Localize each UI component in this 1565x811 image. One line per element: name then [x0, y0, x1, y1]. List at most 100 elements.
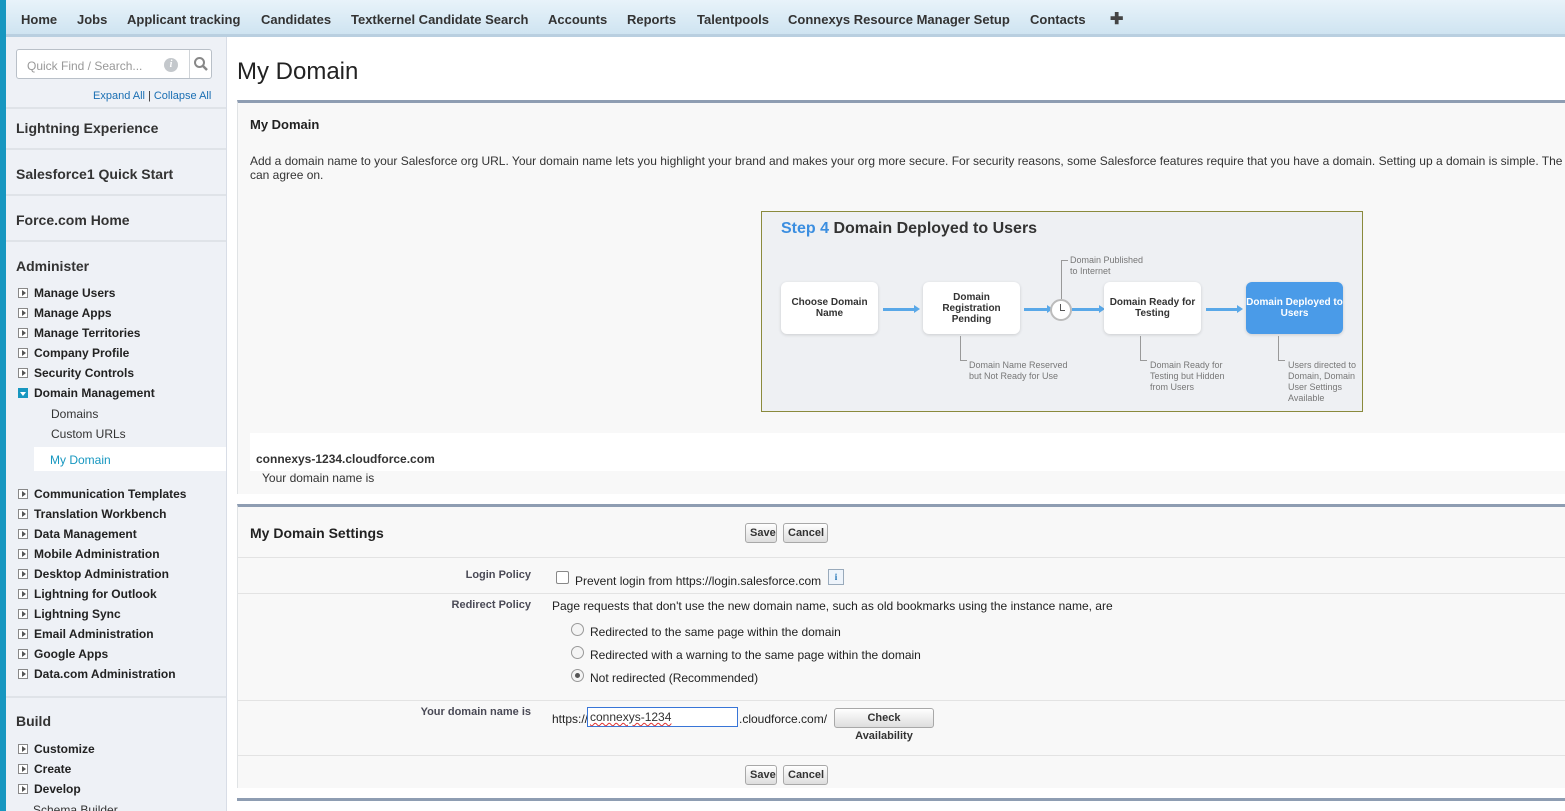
redirect-warning-option-radio[interactable]	[571, 646, 584, 659]
collapse-icon[interactable]	[18, 388, 28, 398]
sidebar-item-google-apps[interactable]: Google Apps	[18, 647, 108, 661]
sidebar-item-translation-workbench[interactable]: Translation Workbench	[18, 507, 166, 521]
tab-applicant-tracking[interactable]: Applicant tracking	[127, 12, 240, 27]
domain-name-input[interactable]: connexys-1234	[587, 707, 738, 727]
collapse-all-link[interactable]: Collapse All	[154, 90, 211, 102]
sidebar-subitem-domains[interactable]: Domains	[51, 407, 98, 421]
tab-contacts[interactable]: Contacts	[1030, 12, 1086, 27]
expand-icon[interactable]	[18, 328, 28, 338]
save-button[interactable]: Save	[745, 523, 777, 543]
sidebar-item-company-profile[interactable]: Company Profile	[18, 346, 129, 360]
sidebar-subitem-custom-urls[interactable]: Custom URLs	[51, 427, 126, 441]
redirect-option-label: Not redirected (Recommended)	[590, 671, 759, 685]
quick-find-placeholder: Quick Find / Search...	[27, 59, 143, 73]
expand-icon[interactable]	[18, 764, 28, 774]
expand-icon[interactable]	[18, 784, 28, 794]
sidebar-item-domain-management[interactable]: Domain Management	[18, 386, 155, 400]
sidebar-item-manage-users[interactable]: Manage Users	[18, 286, 115, 300]
tab-accounts[interactable]: Accounts	[548, 12, 607, 27]
expand-all-link[interactable]: Expand All	[93, 90, 145, 102]
sidebar-item-desktop-administration[interactable]: Desktop Administration	[18, 567, 169, 581]
expand-separator: |	[147, 90, 151, 102]
section-salesforce1-quick-start[interactable]: Salesforce1 Quick Start	[16, 166, 173, 182]
note-published: Domain Published to Internet	[1070, 255, 1144, 276]
section-force-com-home[interactable]: Force.com Home	[16, 212, 130, 228]
section-lightning-experience[interactable]: Lightning Experience	[16, 120, 158, 136]
expand-icon[interactable]	[18, 649, 28, 659]
save-button[interactable]: Save	[745, 765, 777, 785]
check-availability-button[interactable]: Check Availability	[834, 708, 934, 742]
arrow-icon	[1072, 305, 1105, 313]
sidebar-item-security-controls[interactable]: Security Controls	[18, 366, 134, 380]
sidebar-item-mobile-administration[interactable]: Mobile Administration	[18, 547, 160, 561]
expand-icon[interactable]	[18, 589, 28, 599]
tab-talentpools[interactable]: Talentpools	[697, 12, 769, 27]
redirect-option-radio[interactable]	[571, 623, 584, 636]
sidebar-item-data-management[interactable]: Data Management	[18, 527, 137, 541]
sidebar-item-email-administration[interactable]: Email Administration	[18, 627, 154, 641]
row-divider	[238, 755, 1565, 756]
not-redirected-option-radio[interactable]	[571, 669, 584, 682]
add-tab-icon[interactable]: ✚	[1110, 9, 1123, 29]
tab-connexys-resource-manager-setup[interactable]: Connexys Resource Manager Setup	[788, 12, 1010, 27]
sidebar-item-label: Data Management	[34, 527, 137, 541]
prevent-login-text: Prevent login from https://login.salesfo…	[575, 574, 822, 588]
diagram-title: Step 4 Domain Deployed to Users	[781, 220, 1037, 238]
tab-textkernel-candidate-search[interactable]: Textkernel Candidate Search	[351, 12, 529, 27]
top-navigation: Home Jobs Applicant tracking Candidates …	[6, 0, 1565, 37]
row-divider	[238, 557, 1565, 558]
expand-icon[interactable]	[18, 569, 28, 579]
sidebar-item-lightning-for-outlook[interactable]: Lightning for Outlook	[18, 587, 157, 601]
next-panel-border	[237, 798, 1565, 801]
sidebar-item-lightning-sync[interactable]: Lightning Sync	[18, 607, 121, 621]
note-testing: Domain Ready for Testing but Hidden from…	[1150, 360, 1225, 392]
info-icon[interactable]: i	[828, 569, 844, 585]
sidebar-item-label: Security Controls	[34, 366, 135, 380]
quick-find-input[interactable]: Quick Find / Search... i	[16, 49, 212, 79]
expand-icon[interactable]	[18, 669, 28, 679]
sidebar-item-data-com-administration[interactable]: Data.com Administration	[18, 667, 176, 681]
expand-icon[interactable]	[18, 549, 28, 559]
sidebar-item-develop[interactable]: Develop	[18, 782, 81, 796]
current-domain-text: Your domain name is connexys-1234.cloudf…	[256, 452, 435, 485]
sidebar-item-label: Domain Management	[34, 386, 155, 400]
expand-icon[interactable]	[18, 368, 28, 378]
sidebar-item-manage-apps[interactable]: Manage Apps	[18, 306, 112, 320]
search-icon[interactable]	[193, 56, 209, 72]
redirect-policy-label: Redirect Policy	[451, 599, 531, 611]
search-divider	[189, 50, 190, 78]
tab-jobs[interactable]: Jobs	[77, 12, 107, 27]
section-build: Build	[16, 713, 51, 729]
expand-icon[interactable]	[18, 308, 28, 318]
sidebar-item-create[interactable]: Create	[18, 762, 71, 776]
cancel-button[interactable]: Cancel	[783, 765, 828, 785]
sidebar-subitem-my-domain[interactable]: My Domain	[34, 447, 226, 471]
expand-icon[interactable]	[18, 509, 28, 519]
expand-icon[interactable]	[18, 609, 28, 619]
tab-reports[interactable]: Reports	[627, 12, 676, 27]
expand-icon[interactable]	[18, 348, 28, 358]
sidebar-item-communication-templates[interactable]: Communication Templates	[18, 487, 186, 501]
tab-home[interactable]: Home	[21, 12, 57, 27]
note-connector	[1140, 336, 1147, 361]
sidebar-item-customize[interactable]: Customize	[18, 742, 95, 756]
expand-icon[interactable]	[18, 744, 28, 754]
sidebar-item-label: Mobile Administration	[34, 547, 160, 561]
cancel-button[interactable]: Cancel	[783, 523, 828, 543]
expand-icon[interactable]	[18, 288, 28, 298]
expand-icon[interactable]	[18, 489, 28, 499]
info-icon[interactable]: i	[164, 58, 178, 72]
note-reserved: Domain Name Reserved but Not Ready for U…	[969, 360, 1068, 381]
current-domain: Your domain name is connexys-1234.cloudf…	[250, 433, 1565, 485]
prevent-login-checkbox[interactable]	[556, 571, 569, 584]
expand-icon[interactable]	[18, 629, 28, 639]
tab-candidates[interactable]: Candidates	[261, 12, 331, 27]
sidebar-item-manage-territories[interactable]: Manage Territories	[18, 326, 140, 340]
sidebar-item-label: Lightning for Outlook	[34, 587, 157, 601]
domain-name-value: connexys-1234	[590, 710, 672, 724]
sidebar-subitem-label: My Domain	[50, 453, 111, 467]
redirect-policy-text: Page requests that don't use the new dom…	[552, 599, 1113, 613]
expand-icon[interactable]	[18, 529, 28, 539]
current-domain-prefix: Your domain name is	[262, 471, 375, 485]
sidebar-subitem-schema-builder[interactable]: Schema Builder	[33, 803, 118, 811]
